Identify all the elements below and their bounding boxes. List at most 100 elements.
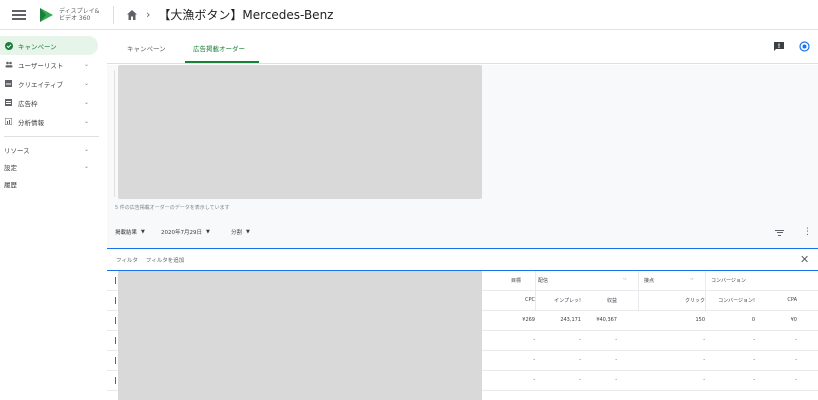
redacted-row-names (118, 271, 482, 400)
sidebar-item-history[interactable]: 履歴 (0, 175, 107, 192)
sidebar-item-label: クリエイティブ (18, 80, 63, 89)
cell-conversions: - (753, 377, 755, 383)
feedback-icon[interactable] (774, 42, 784, 51)
sidebar-item-label: 広告枠 (18, 99, 38, 108)
chevron-down-icon: ⌄ (84, 80, 90, 87)
sidebar-item-campaigns[interactable]: キャンペーン (0, 36, 98, 55)
cell-revenue: - (615, 357, 617, 363)
filter-list-icon[interactable] (775, 228, 784, 237)
col-header-clicks[interactable]: クリック (647, 297, 705, 304)
cell-cpa: - (795, 377, 797, 383)
group-header-touchpoints: 接点 (644, 278, 655, 284)
header-divider (113, 5, 114, 24)
sidebar-item-settings[interactable]: 設定 ⌄ (0, 158, 107, 175)
col-header-conversions[interactable]: コンバージョン! (707, 297, 755, 304)
group-header-conversions: コンバージョン (711, 278, 746, 284)
cell-cpa: - (795, 337, 797, 343)
page-title: 【大漁ボタン】Mercedes-Benz (158, 8, 334, 22)
cell-clicks: 150 (695, 317, 705, 323)
top-bar: ディスプレイ& ビデオ 360 › 【大漁ボタン】Mercedes-Benz (0, 0, 818, 30)
help-icon[interactable] (799, 41, 810, 52)
cell-revenue: - (615, 337, 617, 343)
divider-line (114, 70, 115, 197)
data-table: 目標 配信 ‹› 接点 ‹› コンバージョン CPC インプレッ! 収益 クリッ… (107, 271, 818, 400)
dropdown-arrow-icon: ▼ (141, 229, 145, 235)
users-icon (4, 60, 13, 69)
cell-cpc: ¥269 (522, 317, 535, 323)
sidebar-item-creatives[interactable]: クリエイティブ ⌄ (0, 74, 107, 93)
dv360-logo (40, 7, 53, 22)
expand-arrows-icon[interactable]: ‹› (690, 277, 694, 282)
cell-cpa: - (795, 357, 797, 363)
tab-campaigns[interactable]: キャンペーン (127, 43, 166, 53)
inventory-icon (4, 98, 13, 107)
active-tab-indicator (185, 61, 259, 63)
sidebar-item-label: ユーザーリスト (18, 61, 64, 70)
cell-revenue: - (615, 377, 617, 383)
insights-icon (4, 117, 13, 126)
sidebar: キャンペーン ユーザーリスト ⌄ クリエイティブ ⌄ 広告枠 ⌄ 分析情報 ⌄ … (0, 30, 107, 400)
segment-dropdown[interactable]: 分割 ▼ (231, 228, 250, 236)
sidebar-item-resources[interactable]: リソース ⌄ (0, 141, 107, 158)
product-name: ディスプレイ& ビデオ 360 (59, 7, 100, 22)
column-separator (705, 271, 706, 311)
result-count-text: 5 件の広告掲載オーダーのデータを表示しています (115, 205, 230, 211)
chevron-down-icon: ⌄ (84, 99, 90, 106)
sidebar-item-insights[interactable]: 分析情報 ⌄ (0, 112, 107, 131)
sidebar-item-label: 設定 (4, 163, 17, 172)
close-icon[interactable]: ✕ (800, 253, 809, 266)
date-dropdown-label: 2020年7月29日 (161, 230, 202, 236)
chevron-down-icon: ⌄ (84, 118, 90, 125)
cell-clicks: - (703, 377, 705, 383)
chevron-down-icon: ⌄ (84, 61, 90, 68)
date-dropdown[interactable]: 2020年7月29日 ▼ (161, 228, 210, 236)
chevron-down-icon: ⌄ (84, 163, 90, 170)
group-header-goal: 目標 (511, 278, 522, 284)
cell-cpc: - (533, 337, 535, 343)
cell-impressions: - (579, 337, 581, 343)
cell-conversions: - (753, 357, 755, 363)
sidebar-item-label: 履歴 (4, 180, 17, 189)
cell-revenue: ¥40,367 (596, 317, 617, 323)
filter-label: フィルタ (116, 257, 138, 264)
group-header-delivery: 配信 (538, 278, 549, 284)
col-header-cpc[interactable]: CPC (507, 297, 535, 303)
main-content: キャンペーン 広告掲載オーダー 5 件の広告掲載オーダーのデータを表示しています… (107, 30, 818, 400)
column-separator (535, 271, 536, 311)
content-area: 5 件の広告掲載オーダーのデータを表示しています 掲載結果 ▼ 2020年7月29… (107, 65, 818, 248)
sidebar-item-inventory[interactable]: 広告枠 ⌄ (0, 93, 107, 112)
segment-dropdown-label: 分割 (231, 230, 243, 236)
cell-conversions: 0 (751, 317, 755, 323)
cell-conversions: - (753, 337, 755, 343)
home-icon[interactable] (126, 9, 138, 21)
cell-cpc: - (533, 357, 535, 363)
cell-clicks: - (703, 357, 705, 363)
chevron-down-icon: ⌄ (84, 146, 90, 153)
creative-icon (4, 79, 13, 88)
expand-arrows-icon[interactable]: ‹› (623, 277, 627, 282)
col-header-cpa[interactable]: CPA (757, 297, 797, 303)
filter-bar[interactable]: フィルタ フィルタを追加 ✕ (107, 248, 818, 271)
sidebar-item-label: 分析情報 (18, 118, 44, 127)
col-header-impressions[interactable]: インプレッ! (537, 297, 581, 304)
tab-bar: キャンペーン 広告掲載オーダー (107, 30, 818, 64)
sidebar-item-label: リソース (4, 146, 30, 155)
cell-cpa: ¥0 (790, 317, 797, 323)
cell-clicks: - (703, 337, 705, 343)
check-circle-icon (4, 41, 13, 50)
sidebar-item-label: キャンペーン (18, 42, 57, 51)
tab-insertion-orders[interactable]: 広告掲載オーダー (193, 43, 245, 53)
cell-cpc: - (533, 377, 535, 383)
cell-impressions: - (579, 357, 581, 363)
column-separator (638, 271, 639, 311)
more-vert-icon[interactable]: ⋮ (803, 227, 812, 237)
col-header-revenue[interactable]: 収益 (583, 297, 617, 304)
sidebar-item-user-lists[interactable]: ユーザーリスト ⌄ (0, 55, 107, 74)
add-filter-input[interactable]: フィルタを追加 (146, 256, 184, 264)
dropdown-arrow-icon: ▼ (206, 229, 210, 235)
metric-dropdown[interactable]: 掲載結果 ▼ (115, 228, 145, 236)
redacted-chart-area (118, 65, 482, 199)
cell-impressions: 243,171 (560, 317, 581, 323)
menu-icon[interactable] (12, 8, 26, 22)
sidebar-divider (4, 136, 99, 137)
